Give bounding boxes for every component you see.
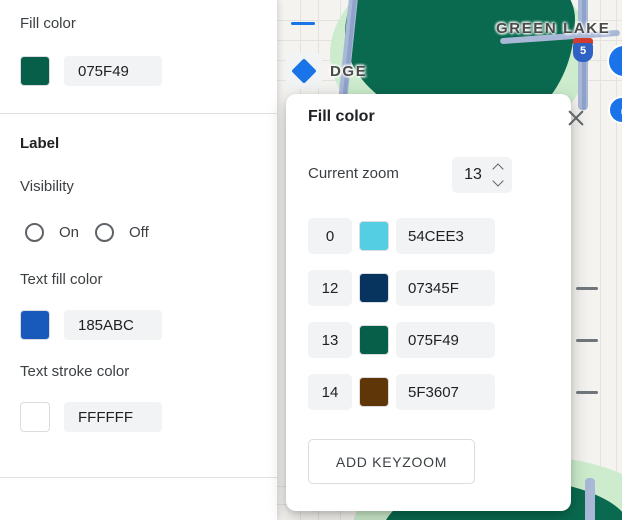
open-keyzoom-editor-button[interactable]: [286, 53, 322, 89]
map-label-dge: DGE: [330, 63, 368, 80]
current-zoom-label: Current zoom: [308, 165, 399, 182]
text-fill-color-title: Text fill color: [20, 271, 103, 288]
fill-color-dialog: Fill color Current zoom 13 0 54CEE3 12 0…: [286, 94, 598, 511]
radio-visibility-off[interactable]: [95, 223, 114, 242]
radio-label-off: Off: [129, 224, 149, 241]
chevron-down-icon[interactable]: [493, 178, 505, 186]
add-keyzoom-button[interactable]: ADD KEYZOOM: [308, 439, 475, 484]
visibility-title: Visibility: [20, 178, 74, 195]
radio-visibility-on[interactable]: [25, 223, 44, 242]
chevron-up-icon[interactable]: [493, 164, 505, 172]
map-freeway: [585, 478, 595, 520]
keyzoom-color-swatch[interactable]: [359, 221, 389, 251]
keyzoom-level[interactable]: 14: [308, 374, 352, 410]
fill-color-swatch[interactable]: [20, 56, 50, 86]
section-divider: [0, 477, 277, 478]
text-stroke-color-hex-field[interactable]: FFFFFF: [64, 402, 162, 432]
radio-label-on: On: [59, 224, 80, 241]
diamond-icon: [291, 58, 317, 84]
text-fill-color-hex-field[interactable]: 185ABC: [64, 310, 162, 340]
remove-keyzoom-icon[interactable]: [576, 391, 598, 394]
fill-color-title: Fill color: [20, 15, 76, 32]
keyzoom-level[interactable]: 13: [308, 322, 352, 358]
map-label-green-lake: GREEN LAKE: [496, 20, 611, 37]
text-stroke-color-title: Text stroke color: [20, 363, 130, 380]
keyzoom-level[interactable]: 0: [308, 218, 352, 254]
highway-shield-number: 5: [579, 45, 587, 57]
current-zoom-value: 13: [464, 166, 482, 183]
label-section-title: Label: [20, 135, 60, 152]
close-icon[interactable]: [562, 104, 590, 132]
highway-shield-icon: 5: [573, 38, 593, 62]
remove-fill-color-icon[interactable]: [291, 22, 315, 25]
map-street: [616, 0, 617, 520]
poi-glyph-icon: ⌂: [610, 102, 622, 117]
remove-keyzoom-icon[interactable]: [576, 287, 598, 290]
keyzoom-hex-field[interactable]: 075F49: [396, 322, 495, 358]
keyzoom-color-swatch[interactable]: [359, 377, 389, 407]
dialog-title: Fill color: [308, 108, 375, 125]
keyzoom-color-swatch[interactable]: [359, 273, 389, 303]
keyzoom-hex-field[interactable]: 54CEE3: [396, 218, 495, 254]
keyzoom-color-swatch[interactable]: [359, 325, 389, 355]
map-street: [600, 0, 601, 520]
keyzoom-hex-field[interactable]: 5F3607: [396, 374, 495, 410]
style-editor-panel: Fill color 075F49 Label Visibility On Of…: [0, 0, 315, 520]
keyzoom-hex-field[interactable]: 07345F: [396, 270, 495, 306]
section-divider: [0, 113, 277, 114]
keyzoom-level[interactable]: 12: [308, 270, 352, 306]
app-root: 5 ⌂ GREEN LAKE DGE Fill color 075F49 Lab…: [0, 0, 622, 520]
fill-color-hex-field[interactable]: 075F49: [64, 56, 162, 86]
text-stroke-color-swatch[interactable]: [20, 402, 50, 432]
current-zoom-stepper[interactable]: 13: [452, 157, 512, 193]
text-fill-color-swatch[interactable]: [20, 310, 50, 340]
remove-keyzoom-icon[interactable]: [576, 339, 598, 342]
